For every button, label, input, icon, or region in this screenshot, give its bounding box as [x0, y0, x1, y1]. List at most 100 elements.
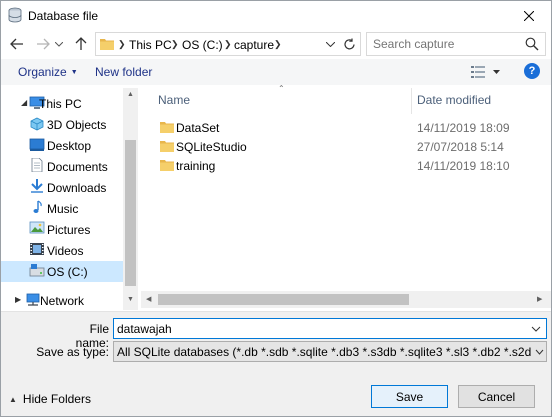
file-name: SQLiteStudio [176, 140, 247, 154]
sidebar-item-label: Downloads [47, 180, 107, 195]
scroll-left-icon[interactable]: ◀ [146, 295, 151, 303]
arrow-left-icon [10, 38, 23, 50]
save-options-panel: File name: Save as type: All SQLite data… [1, 311, 551, 416]
folder-icon [100, 39, 114, 50]
file-date: 27/07/2018 5:14 [417, 140, 504, 154]
command-bar: Organize ▼ New folder [1, 59, 551, 85]
sidebar-item-label: Pictures [47, 222, 91, 237]
address-dropdown-button[interactable] [322, 36, 338, 52]
file-list-horizontal-scrollbar[interactable]: ◀ ▶ [141, 291, 551, 308]
recent-locations-button[interactable] [53, 33, 65, 55]
chevron-down-icon [55, 41, 63, 47]
network-icon [26, 293, 40, 306]
file-name-input[interactable] [117, 321, 517, 336]
sidebar-item-this-pc[interactable]: ◢ This PC [1, 93, 123, 114]
file-row[interactable]: SQLiteStudio 27/07/2018 5:14 [141, 137, 551, 157]
search-icon [525, 37, 539, 51]
navigation-pane: ◢ This PC 3D Objects Desktop Documents D… [1, 88, 138, 310]
chevron-down-icon [325, 41, 335, 47]
expand-arrow-icon[interactable]: ◢ [21, 98, 27, 107]
refresh-button[interactable] [341, 36, 357, 52]
folder-icon [160, 160, 174, 171]
sidebar-item-label: Videos [47, 243, 84, 258]
change-view-button[interactable] [471, 63, 501, 81]
sidebar-item-os-drive[interactable]: OS (C:) [1, 261, 123, 282]
scroll-up-icon[interactable]: ▲ [127, 91, 134, 98]
sidebar-item-label: This PC [39, 96, 82, 111]
scroll-down-icon[interactable]: ▼ [127, 296, 134, 303]
pictures-icon [29, 221, 45, 234]
chevron-down-icon [535, 349, 543, 355]
cancel-button[interactable]: Cancel [458, 385, 535, 408]
address-bar[interactable]: ❯ This PC ❯ OS (C:) ❯ capture ❯ [95, 32, 361, 56]
file-name: DataSet [176, 121, 220, 135]
column-header-name[interactable]: Name [158, 93, 190, 107]
title-bar: Database file [1, 1, 551, 31]
breadcrumb-capture[interactable]: capture [234, 38, 274, 52]
organize-label: Organize [18, 65, 67, 79]
breadcrumb-this-pc[interactable]: This PC [129, 38, 172, 52]
database-icon [8, 7, 22, 23]
sidebar-item-music[interactable]: Music [1, 198, 123, 219]
folder-icon [160, 122, 174, 133]
sidebar-item-3d-objects[interactable]: 3D Objects [1, 114, 123, 135]
hide-folders-button[interactable]: ▲ Hide Folders [9, 392, 91, 406]
save-button[interactable]: Save [371, 385, 448, 408]
desktop-icon [29, 138, 45, 151]
chevron-down-icon[interactable] [530, 323, 542, 335]
sort-ascending-icon: ⌃ [278, 84, 285, 93]
file-row[interactable]: training 14/11/2019 18:10 [141, 156, 551, 176]
documents-icon [31, 158, 43, 172]
new-folder-button[interactable]: New folder [95, 65, 152, 79]
refresh-icon [343, 38, 355, 49]
sidebar-item-videos[interactable]: Videos [1, 240, 123, 261]
breadcrumb-separator-icon[interactable]: ❯ [274, 39, 282, 50]
file-row[interactable]: DataSet 14/11/2019 18:09 [141, 118, 551, 138]
horizontal-scroll-thumb[interactable] [158, 294, 409, 305]
cube-icon [30, 117, 44, 131]
sidebar-item-documents[interactable]: Documents [1, 156, 123, 177]
sidebar-item-desktop[interactable]: Desktop [1, 135, 123, 156]
help-button[interactable]: ? [524, 63, 540, 79]
save-as-type-value: All SQLite databases (*.db *.sdb *.sqlit… [117, 345, 546, 359]
caret-up-icon: ▲ [9, 394, 17, 404]
sidebar-item-label: Music [47, 201, 79, 216]
close-button[interactable] [507, 1, 551, 31]
sidebar-item-downloads[interactable]: Downloads [1, 177, 123, 198]
arrow-up-icon [75, 37, 87, 50]
breadcrumb-separator-icon[interactable]: ❯ [224, 39, 232, 50]
up-button[interactable] [71, 33, 91, 55]
forward-button[interactable] [33, 33, 53, 55]
download-icon [31, 179, 43, 193]
sidebar-item-network[interactable]: ▶ Network [1, 290, 123, 310]
sidebar-scrollbar[interactable]: ▲ ▼ [123, 88, 138, 310]
details-view-icon [471, 66, 485, 78]
file-name-field[interactable] [113, 318, 547, 339]
window-title: Database file [28, 9, 99, 23]
sidebar-item-pictures[interactable]: Pictures [1, 219, 123, 240]
scroll-right-icon[interactable]: ▶ [537, 295, 542, 303]
save-dialog: Database file ❯ This PC ❯ OS (C:) ❯ capt… [0, 0, 552, 417]
file-name: training [176, 159, 216, 173]
sidebar-item-label: Network [40, 293, 85, 308]
save-as-type-dropdown[interactable] [532, 342, 546, 361]
sidebar-scroll-thumb[interactable] [125, 140, 136, 286]
search-box[interactable] [366, 32, 546, 56]
organize-button[interactable]: Organize ▼ [18, 65, 78, 79]
breadcrumb-drive[interactable]: OS (C:) [182, 38, 223, 52]
drive-icon [29, 264, 45, 277]
videos-icon [30, 243, 44, 255]
arrow-right-icon [37, 38, 50, 50]
expand-arrow-icon[interactable]: ▶ [15, 295, 21, 304]
sidebar-item-label: OS (C:) [47, 264, 88, 279]
column-separator[interactable] [411, 88, 412, 114]
search-input[interactable] [373, 36, 518, 52]
caret-down-icon [493, 70, 500, 74]
back-button[interactable] [7, 33, 27, 55]
breadcrumb-separator-icon[interactable]: ❯ [171, 39, 179, 50]
file-date: 14/11/2019 18:10 [417, 159, 510, 173]
breadcrumb-separator-icon: ❯ [118, 39, 126, 49]
column-header-date[interactable]: Date modified [417, 93, 491, 107]
save-as-type-select[interactable]: All SQLite databases (*.db *.sdb *.sqlit… [113, 341, 547, 362]
file-list: ⌃ Name Date modified DataSet 14/11/2019 … [141, 84, 551, 310]
